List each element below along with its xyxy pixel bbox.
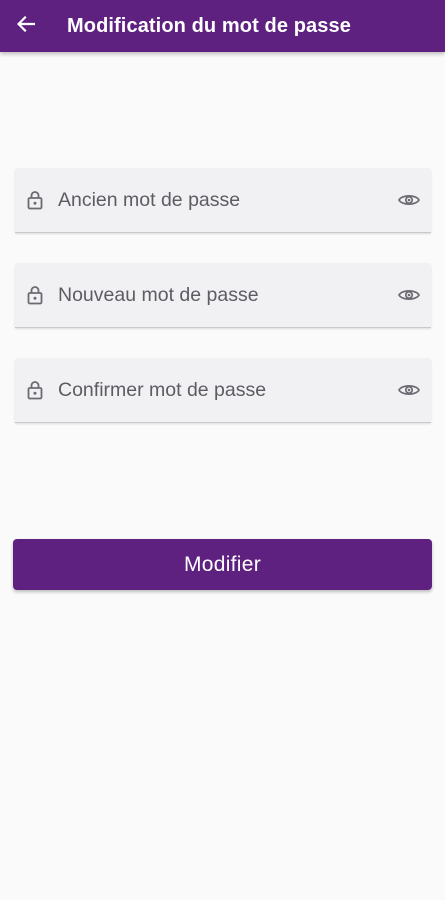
eye-icon[interactable] <box>387 383 431 397</box>
new-password-field[interactable]: Nouveau mot de passe <box>15 263 431 328</box>
lock-icon <box>15 380 55 400</box>
modify-button[interactable]: Modifier <box>13 539 432 590</box>
eye-icon[interactable] <box>387 288 431 302</box>
new-password-input[interactable]: Nouveau mot de passe <box>55 284 387 307</box>
app-bar: Modification du mot de passe <box>0 0 445 52</box>
old-password-input[interactable]: Ancien mot de passe <box>55 189 387 212</box>
eye-icon[interactable] <box>387 193 431 207</box>
old-password-field[interactable]: Ancien mot de passe <box>15 168 431 233</box>
back-button[interactable] <box>0 0 52 52</box>
page-title: Modification du mot de passe <box>67 14 351 37</box>
confirm-password-input[interactable]: Confirmer mot de passe <box>55 379 387 402</box>
confirm-password-field[interactable]: Confirmer mot de passe <box>15 358 431 423</box>
lock-icon <box>15 285 55 305</box>
lock-icon <box>15 190 55 210</box>
arrow-left-icon <box>16 15 36 37</box>
